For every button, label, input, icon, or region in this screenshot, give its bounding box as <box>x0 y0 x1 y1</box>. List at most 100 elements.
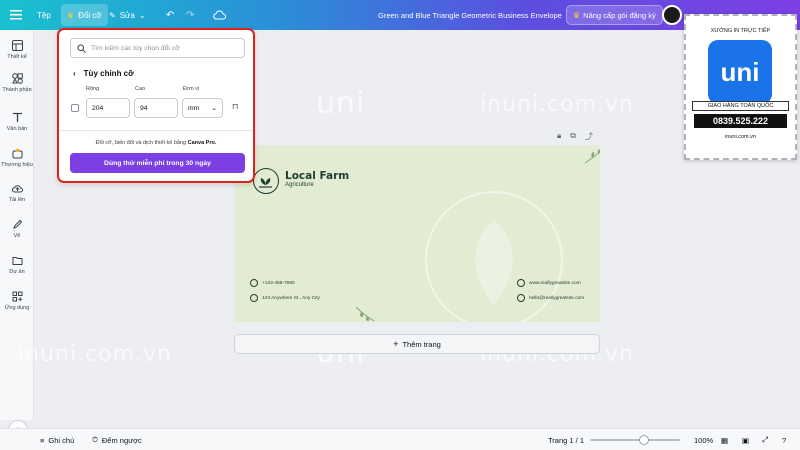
pro-note-text: Đổi cỡ, biến đổi và dịch thiết kế bằng <box>95 140 187 146</box>
resize-button[interactable]: ♛ Đổi cỡ <box>61 4 108 26</box>
edit-menu-button[interactable]: ✎ Sửa ⌄ <box>109 0 146 30</box>
add-page-button[interactable]: + Thêm trang <box>234 334 600 354</box>
brand-subtitle: Agriculture <box>285 182 314 188</box>
cloud-check-icon <box>213 10 226 20</box>
page-indicator[interactable]: Trang 1 / 1 <box>548 429 584 450</box>
plus-icon: + <box>393 339 399 349</box>
undo-button[interactable]: ↶ <box>166 0 174 30</box>
sidebar-item-uploads[interactable]: Tải lên <box>0 183 34 203</box>
height-label: Cao <box>135 86 146 92</box>
shapes-icon <box>11 73 23 84</box>
chevron-down-icon: ⌄ <box>211 105 217 112</box>
help-icon: ? <box>782 435 787 445</box>
avatar[interactable] <box>662 5 682 25</box>
resize-search-input[interactable]: Tìm kiếm các tùy chọn đổi cỡ <box>70 38 245 58</box>
add-page-icon[interactable]: ⤴ <box>585 131 593 142</box>
upgrade-label: Nâng cấp gói đăng ký <box>583 10 656 20</box>
watermark-brand: uni <box>316 86 366 121</box>
pro-note-brand: Canva Pro. <box>187 140 217 146</box>
contact-website: www.reallygreatsite.com <box>517 279 581 287</box>
grid-view-button[interactable]: ▦ <box>721 429 728 450</box>
phone-icon <box>250 279 258 287</box>
help-button[interactable]: ? <box>782 429 786 450</box>
hamburger-menu-icon <box>10 10 22 20</box>
page-view-button[interactable]: ▣ <box>742 429 749 450</box>
sidebar-item-elements[interactable]: Thành phần <box>0 73 34 93</box>
globe-icon <box>517 279 525 287</box>
redo-button[interactable]: ↷ <box>186 0 194 30</box>
sidebar-item-label: Văn bản <box>6 126 28 132</box>
width-input[interactable]: 204 <box>86 98 130 118</box>
menu-button[interactable] <box>10 0 22 30</box>
keep-ratio-checkbox[interactable] <box>71 104 79 112</box>
text-icon <box>12 112 22 122</box>
brand-logo <box>253 168 279 194</box>
free-trial-button[interactable]: Dùng thử miễn phí trong 30 ngày <box>70 153 245 173</box>
upgrade-button[interactable]: ♛ Nâng cấp gói đăng ký <box>566 5 663 25</box>
search-placeholder: Tìm kiếm các tùy chọn đổi cỡ <box>91 44 180 52</box>
file-menu-button[interactable]: Tệp <box>37 0 51 30</box>
contact-address: 123 Anywhere St., Any City <box>250 294 320 302</box>
resize-popup: Tìm kiếm các tùy chọn đổi cỡ ‹ Tùy chỉnh… <box>57 28 255 183</box>
height-input[interactable]: 94 <box>134 98 178 118</box>
folder-icon <box>12 257 22 265</box>
sidebar-item-label: Ứng dụng <box>4 305 30 311</box>
brand-name: Local Farm <box>285 170 350 182</box>
edit-label: Sửa <box>119 10 135 20</box>
sidebar-item-label: Dự án <box>9 269 25 275</box>
pencil-icon: ✎ <box>109 10 116 20</box>
mail-icon <box>517 294 525 302</box>
sticker-url: inuni.com.vn <box>725 134 756 140</box>
sidebar-item-projects[interactable]: Dự án <box>0 255 34 275</box>
brand-icon <box>12 148 22 159</box>
timer-icon: ⏱︎ <box>92 435 98 444</box>
leaf-corner-icon <box>584 149 600 164</box>
sidebar-item-apps[interactable]: Ứng dụng <box>0 291 34 311</box>
notes-button[interactable]: ≡ Ghi chú <box>40 429 74 450</box>
pro-note: Đổi cỡ, biến đổi và dịch thiết kế bằng C… <box>59 140 253 146</box>
cloud-save-status[interactable] <box>213 0 226 30</box>
leaf-bottom-icon <box>355 306 375 322</box>
grid-icon: ▦ <box>721 435 729 445</box>
divider <box>59 130 253 131</box>
timer-button[interactable]: ⏱︎ Đếm ngược <box>92 429 142 450</box>
document-title[interactable]: Green and Blue Triangle Geometric Busine… <box>378 0 562 30</box>
apps-icon <box>12 291 22 302</box>
unit-label: Đơn vị <box>183 86 200 92</box>
upload-icon <box>11 185 23 193</box>
chevron-left-icon[interactable]: ‹ <box>73 69 76 78</box>
address-text: 123 Anywhere St., Any City <box>262 295 320 301</box>
sticker-top-text: XƯỞNG IN TRỰC TIẾP <box>710 28 771 34</box>
lock-icon[interactable]: 🔒︎ <box>557 131 561 142</box>
plant-logo-icon <box>259 178 272 188</box>
add-page-label: Thêm trang <box>402 339 441 349</box>
contact-email: hello@reallygreatsite.com <box>517 294 584 302</box>
file-menu-label: Tệp <box>37 10 51 20</box>
email-text: hello@reallygreatsite.com <box>529 295 585 301</box>
promo-sticker: XƯỞNG IN TRỰC TIẾP uni GIAO HÀNG TOÀN QU… <box>684 14 797 160</box>
redo-icon: ↷ <box>186 9 195 21</box>
sticker-ship-text: GIAO HÀNG TOÀN QUỐC <box>692 101 789 111</box>
sidebar-item-draw[interactable]: Vẽ <box>0 219 34 239</box>
fullscreen-button[interactable]: ⤢ <box>762 429 768 450</box>
sidebar-item-brand[interactable]: Thương hiệu <box>0 148 34 168</box>
zoom-slider-knob[interactable] <box>639 435 649 445</box>
page-tools: 🔒︎ ⧉ ⤴ <box>557 131 593 142</box>
chevron-down-icon: ⌄ <box>138 10 146 20</box>
website-text: www.reallygreatsite.com <box>529 280 581 286</box>
duplicate-icon[interactable]: ⧉ <box>570 131 576 142</box>
zoom-slider[interactable] <box>590 435 680 445</box>
sidebar-item-label: Thành phần <box>2 87 32 93</box>
sidebar-item-design[interactable]: Thiết kế <box>0 40 34 60</box>
sidebar-item-text[interactable]: Văn bản <box>0 112 34 132</box>
fullscreen-icon: ⤢ <box>762 435 768 444</box>
resize-label: Đổi cỡ <box>78 10 102 20</box>
search-icon <box>77 43 86 53</box>
zoom-level[interactable]: 100% <box>694 429 713 450</box>
sidebar-item-label: Thiết kế <box>7 54 27 60</box>
top-toolbar: Tệp ♛ Đổi cỡ ✎ Sửa ⌄ ↶ ↷ Green and Blue … <box>0 0 800 30</box>
aspect-lock-icon[interactable]: ⊓ <box>232 102 238 111</box>
sidebar-item-label: Vẽ <box>13 233 21 239</box>
unit-select[interactable]: mm ⌄ <box>182 98 223 118</box>
notes-icon: ≡ <box>40 435 45 445</box>
